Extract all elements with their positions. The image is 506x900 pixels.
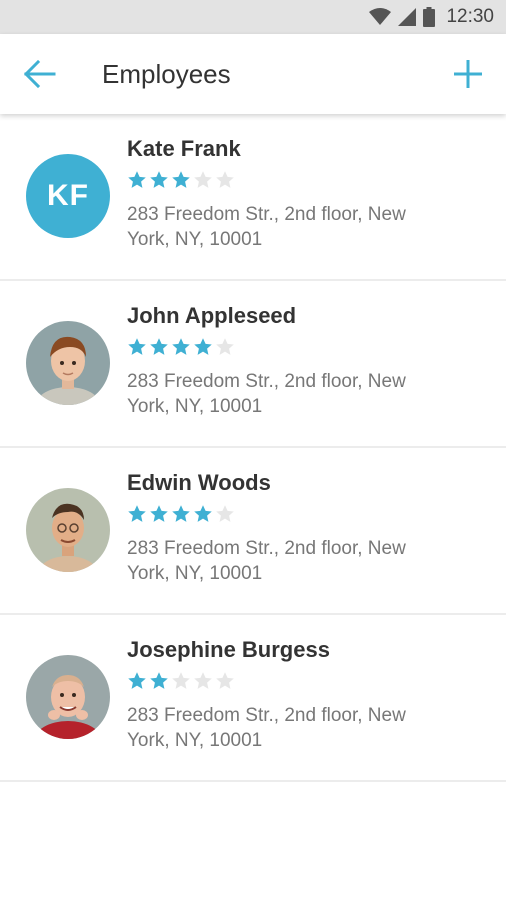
status-bar: 12:30 [0,0,506,34]
employee-row[interactable]: Josephine Burgess 283 Freedom Str., 2nd … [0,615,506,782]
star-empty-icon [216,672,234,689]
employee-row[interactable]: Edwin Woods 283 Freedom Str., 2nd floor,… [0,448,506,615]
star-rating [127,671,235,691]
employee-address: 283 Freedom Str., 2nd floor, New York, N… [127,538,406,584]
star-filled-icon [194,338,212,355]
star-empty-icon [194,171,212,188]
avatar [26,488,110,572]
page-title: Employees [102,59,231,89]
star-rating [127,504,235,524]
wifi-icon [369,8,392,25]
star-filled-icon [128,505,146,522]
avatar-initials: KF [26,154,110,238]
employee-address: 283 Freedom Str., 2nd floor, New York, N… [127,204,406,250]
add-employee-button[interactable] [450,56,486,92]
employee-name: Josephine Burgess [127,637,330,662]
star-filled-icon [172,505,190,522]
star-filled-icon [128,171,146,188]
star-filled-icon [128,338,146,355]
battery-icon [423,7,436,27]
employee-row[interactable]: KF Kate Frank 283 Freedom Str., 2nd floo… [0,114,506,281]
star-empty-icon [216,171,234,188]
avatar [26,655,110,739]
plus-icon [454,60,482,88]
star-filled-icon [150,505,168,522]
star-empty-icon [172,672,190,689]
star-rating [127,337,235,357]
star-filled-icon [128,672,146,689]
star-filled-icon [194,505,212,522]
star-filled-icon [150,338,168,355]
arrow-back-icon [23,59,56,89]
star-empty-icon [194,672,212,689]
employee-name: Edwin Woods [127,470,271,495]
star-filled-icon [172,171,190,188]
back-button[interactable] [22,58,58,90]
star-filled-icon [150,171,168,188]
star-filled-icon [172,338,190,355]
star-empty-icon [216,505,234,522]
star-rating [127,170,235,190]
employee-address: 283 Freedom Str., 2nd floor, New York, N… [127,705,406,751]
status-time: 12:30 [446,6,494,27]
star-filled-icon [150,672,168,689]
star-empty-icon [216,338,234,355]
employee-name: Kate Frank [127,136,241,161]
avatar [26,321,110,405]
employee-row[interactable]: John Appleseed 283 Freedom Str., 2nd flo… [0,281,506,448]
app-bar: Employees [0,34,506,114]
employee-list: KF Kate Frank 283 Freedom Str., 2nd floo… [0,114,506,782]
employee-address: 283 Freedom Str., 2nd floor, New York, N… [127,371,406,417]
signal-icon [398,8,417,26]
employee-name: John Appleseed [127,303,297,328]
